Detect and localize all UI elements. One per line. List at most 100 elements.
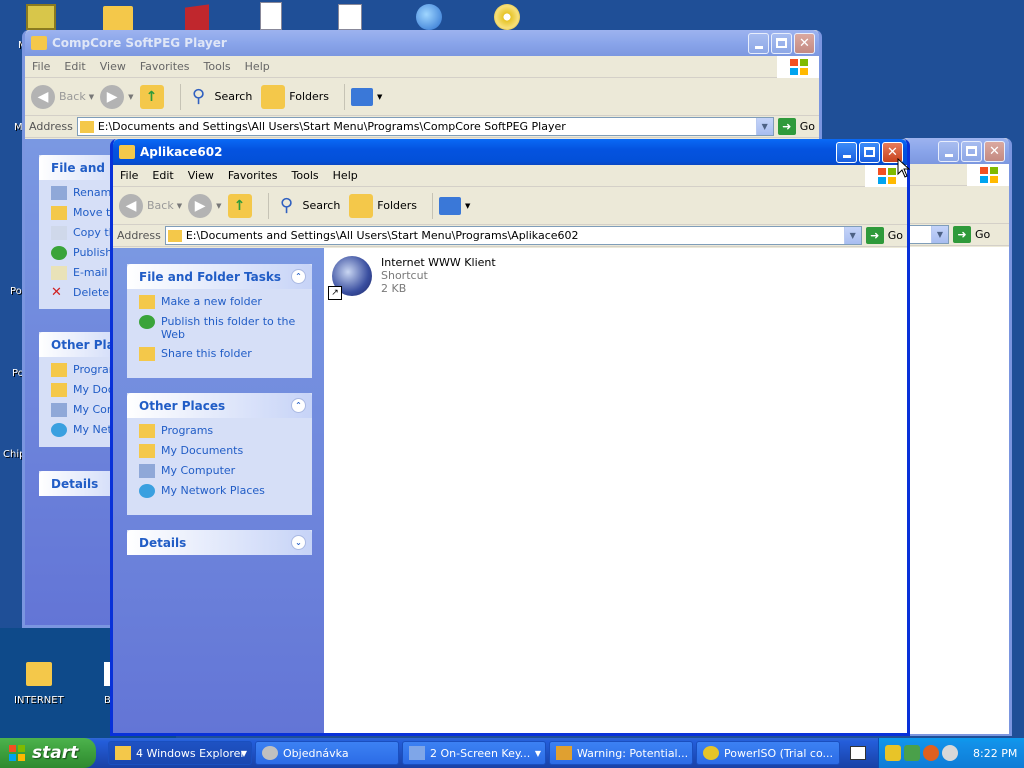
publish-web-icon bbox=[139, 315, 155, 329]
back-folders-button[interactable]: Folders bbox=[261, 84, 332, 109]
internet-folder-label[interactable]: INTERNET bbox=[14, 695, 64, 706]
back-menu-help[interactable]: Help bbox=[238, 60, 277, 73]
back-search-button[interactable]: ⚲ Search bbox=[187, 85, 256, 109]
front-task-publish[interactable]: Publish this folder to the Web bbox=[127, 315, 312, 341]
front-search-button[interactable]: ⚲ Search bbox=[275, 194, 344, 218]
back-address-input[interactable]: E:\Documents and Settings\All Users\Star… bbox=[76, 117, 774, 136]
back-views-button[interactable]: ▼ bbox=[351, 87, 383, 106]
front-task-new-folder[interactable]: Make a new folder bbox=[127, 295, 312, 309]
chevron-up-icon[interactable]: ⌃ bbox=[291, 269, 306, 284]
third-minimize-button[interactable] bbox=[938, 140, 959, 162]
front-places-header[interactable]: Other Places ⌃ bbox=[127, 393, 312, 418]
back-go-button[interactable]: ➜ Go bbox=[777, 118, 815, 135]
file-item[interactable]: ↗ Internet WWW Klient Shortcut 2 KB bbox=[328, 256, 496, 300]
front-places-title: Other Places bbox=[139, 398, 226, 413]
back-menu-edit[interactable]: Edit bbox=[57, 60, 92, 73]
folders-icon bbox=[349, 193, 374, 218]
front-menu-view[interactable]: View bbox=[181, 169, 221, 182]
chevron-down-icon[interactable]: ⌄ bbox=[291, 535, 306, 550]
front-window-titlebar[interactable]: Aplikace602 ✕ bbox=[113, 139, 907, 165]
front-go-button[interactable]: ➜ Go bbox=[865, 227, 903, 244]
network-icon[interactable] bbox=[904, 745, 920, 761]
chevron-down-icon[interactable]: ▼ bbox=[931, 226, 948, 243]
front-minimize-button[interactable] bbox=[836, 141, 857, 163]
scheduler-icon[interactable] bbox=[26, 4, 56, 30]
third-maximize-button[interactable] bbox=[961, 140, 982, 162]
internet-folder-icon[interactable] bbox=[26, 662, 52, 686]
go-arrow-icon: ➜ bbox=[777, 118, 796, 135]
back-maximize-button[interactable] bbox=[771, 32, 792, 54]
front-details-title: Details bbox=[139, 535, 187, 550]
shield-icon[interactable] bbox=[885, 745, 901, 761]
search-icon: ⚲ bbox=[191, 86, 206, 107]
back-menu-favorites[interactable]: Favorites bbox=[133, 60, 197, 73]
front-place-network[interactable]: My Network Places bbox=[127, 484, 312, 498]
folder-icon[interactable] bbox=[103, 6, 133, 32]
chevron-down-icon: ▼ bbox=[377, 92, 383, 101]
back-menu-view[interactable]: View bbox=[93, 60, 133, 73]
front-place-documents[interactable]: My Documents bbox=[127, 444, 312, 458]
windows-logo-icon bbox=[967, 164, 1009, 186]
back-menu-tools[interactable]: Tools bbox=[197, 60, 238, 73]
front-menu-file[interactable]: File bbox=[113, 169, 145, 182]
third-go-label: Go bbox=[975, 228, 991, 241]
front-forward-button[interactable]: ▶ ▼ bbox=[188, 193, 222, 218]
clock[interactable]: 8:22 PM bbox=[973, 747, 1017, 760]
front-menu-help[interactable]: Help bbox=[326, 169, 365, 182]
taskbar-item-windows-explorer[interactable]: 4 Windows Explorer ▼ bbox=[108, 741, 252, 765]
back-forward-button[interactable]: ▶ ▼ bbox=[100, 84, 134, 109]
front-task-share[interactable]: Share this folder bbox=[127, 347, 312, 361]
cd-icon[interactable] bbox=[494, 4, 520, 30]
back-window-titlebar[interactable]: CompCore SoftPEG Player ✕ bbox=[25, 30, 819, 56]
front-addressbar: Address E:\Documents and Settings\All Us… bbox=[113, 225, 907, 247]
front-place-computer[interactable]: My Computer bbox=[127, 464, 312, 478]
chevron-down-icon: ▼ bbox=[534, 748, 541, 758]
search-tray-icon[interactable] bbox=[923, 745, 939, 761]
third-address-box[interactable]: ▼ bbox=[907, 225, 949, 244]
chevron-down-icon[interactable]: ▼ bbox=[755, 118, 773, 135]
start-button[interactable]: start bbox=[0, 738, 96, 768]
taskbar-item-warning[interactable]: Warning: Potential... bbox=[549, 741, 693, 765]
front-tasks-header[interactable]: File and Folder Tasks ⌃ bbox=[127, 264, 312, 289]
back-back-button[interactable]: ◀ Back ▼ bbox=[31, 84, 94, 109]
back-arrow-icon: ◀ bbox=[119, 193, 143, 218]
taskbar-item-poweriso[interactable]: PowerISO (Trial co... bbox=[696, 741, 840, 765]
front-up-button[interactable]: ↑ bbox=[227, 193, 256, 218]
back-close-button[interactable]: ✕ bbox=[794, 32, 815, 54]
taskbar-item-objednavka[interactable]: Objednávka bbox=[255, 741, 399, 765]
front-menu-edit[interactable]: Edit bbox=[145, 169, 180, 182]
front-place-programs[interactable]: Programs bbox=[127, 424, 312, 438]
back-up-button[interactable]: ↑ bbox=[139, 84, 168, 109]
front-window: Aplikace602 ✕ File Edit View Favorites T… bbox=[110, 139, 910, 736]
document-icon[interactable] bbox=[260, 2, 282, 30]
front-go-label: Go bbox=[887, 229, 903, 242]
front-address-input[interactable]: E:\Documents and Settings\All Users\Star… bbox=[164, 226, 862, 245]
front-menu-tools[interactable]: Tools bbox=[285, 169, 326, 182]
front-back-button[interactable]: ◀ Back ▼ bbox=[119, 193, 182, 218]
go-arrow-icon: ➜ bbox=[865, 227, 884, 244]
front-views-button[interactable]: ▼ bbox=[439, 196, 470, 215]
front-maximize-button[interactable] bbox=[859, 141, 880, 163]
front-menu-favorites[interactable]: Favorites bbox=[221, 169, 285, 182]
taskbar-item-onscreen-keyboard[interactable]: 2 On-Screen Key... ▼ bbox=[402, 741, 546, 765]
search-icon: ⚲ bbox=[279, 195, 294, 216]
back-minimize-button[interactable] bbox=[748, 32, 769, 54]
volume-icon[interactable] bbox=[942, 745, 958, 761]
front-toolbar: ◀ Back ▼ ▶ ▼ ↑ ⚲ Search Folders ▼ bbox=[113, 187, 907, 225]
back-menu-file[interactable]: File bbox=[25, 60, 57, 73]
keyboard-icon bbox=[409, 746, 425, 760]
front-folders-button[interactable]: Folders bbox=[349, 193, 420, 218]
chevron-up-icon[interactable]: ⌃ bbox=[291, 398, 306, 413]
back-arrow-icon: ◀ bbox=[31, 84, 55, 109]
my-documents-icon bbox=[51, 383, 67, 397]
third-close-button[interactable]: ✕ bbox=[984, 140, 1005, 162]
taskbar-item-label: 2 On-Screen Key... bbox=[430, 746, 531, 760]
front-details-header[interactable]: Details ⌄ bbox=[127, 530, 312, 555]
music-file-icon[interactable] bbox=[338, 4, 362, 30]
keyboard-layout-icon[interactable] bbox=[850, 746, 866, 760]
third-toolbar bbox=[903, 186, 1009, 224]
chevron-down-icon[interactable]: ▼ bbox=[843, 227, 861, 244]
third-window-titlebar[interactable]: ✕ bbox=[903, 138, 1009, 164]
third-go-button[interactable]: ➜ Go bbox=[953, 226, 990, 243]
internet-icon[interactable] bbox=[416, 4, 442, 30]
